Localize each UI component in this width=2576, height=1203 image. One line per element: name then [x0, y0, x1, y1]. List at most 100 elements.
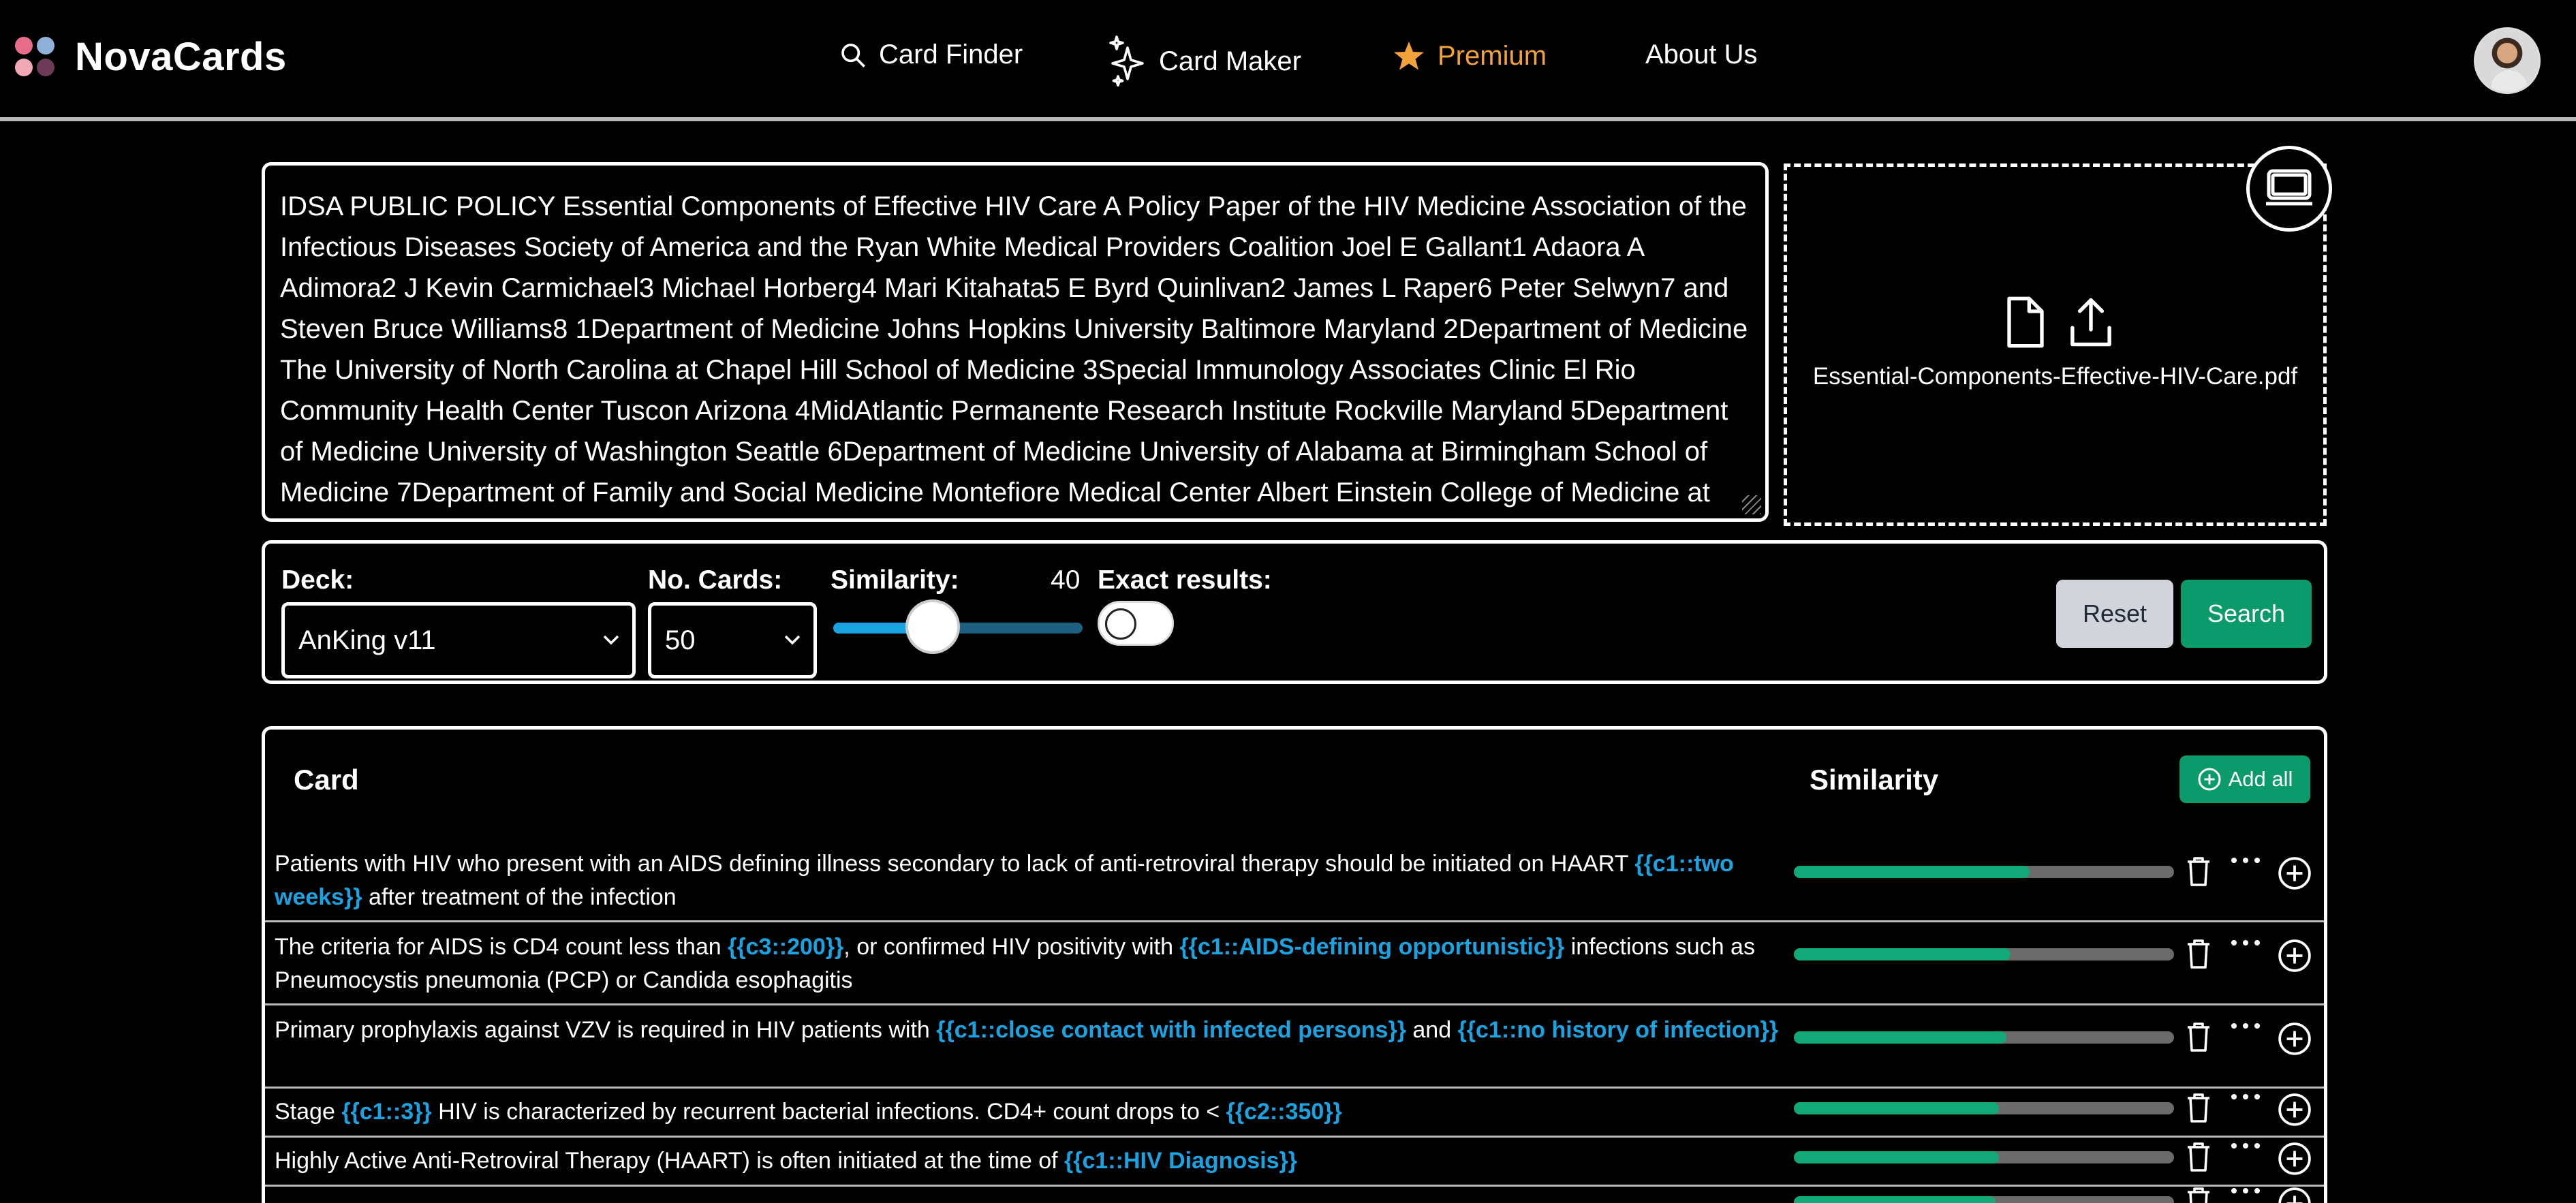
plus-circle-icon[interactable]	[2278, 1142, 2312, 1176]
more-icon[interactable]	[2229, 1142, 2263, 1155]
similarity-bar-fill	[1794, 1102, 2000, 1114]
plus-circle-icon[interactable]	[2278, 939, 2312, 973]
upload-icon	[2070, 298, 2111, 347]
card-text-segment: , or confirmed HIV positivity with	[843, 934, 1180, 960]
card-text-segment: Patients with HIV who present with an AI…	[275, 851, 1635, 877]
table-row[interactable]: Patients with HIV who present with an AI…	[265, 838, 2324, 922]
card-text-segment: Stage	[275, 1099, 342, 1125]
brand-name: NovaCards	[75, 35, 287, 79]
num-cards-select-value: 50	[665, 625, 696, 655]
nav-card-finder-label: Card Finder	[879, 40, 1023, 69]
card-text-segment: The criteria for AIDS is CD4 count less …	[275, 934, 728, 960]
drop-icons	[2004, 296, 2114, 348]
cloze-text: {{c1::HIV Diagnosis}}	[1064, 1148, 1298, 1174]
monitor-icon	[2266, 169, 2312, 206]
more-icon[interactable]	[2229, 1093, 2263, 1106]
source-text: IDSA PUBLIC POLICY Essential Components …	[280, 191, 1748, 507]
toggle-knob	[1105, 608, 1136, 640]
uploaded-file-name: Essential-Components-Effective-HIV-Care.…	[1812, 363, 2298, 390]
more-icon[interactable]	[2229, 1022, 2263, 1035]
card-text: Highly Active Anti-Retroviral Therapy (H…	[275, 1144, 1780, 1178]
deck-select-value: AnKing v11	[298, 625, 436, 655]
card-column-header: Card	[294, 764, 359, 796]
similarity-value: 40	[1051, 565, 1081, 595]
similarity-bar-fill	[1794, 1151, 2000, 1163]
nav-premium[interactable]: Premium	[1393, 40, 1547, 72]
similarity-label: Similarity:	[831, 565, 959, 595]
table-row[interactable]: Stage {{c1::3}} HIV is characterized by …	[265, 1089, 2324, 1138]
chevron-down-icon	[784, 635, 801, 645]
sparkles-icon	[1109, 35, 1144, 87]
more-icon[interactable]	[2229, 1187, 2263, 1200]
trash-icon[interactable]	[2186, 1142, 2211, 1172]
resize-handle[interactable]	[1742, 495, 1761, 514]
plus-circle-icon	[2198, 768, 2221, 791]
nav-about-us-label: About Us	[1645, 40, 1758, 69]
exact-results-label: Exact results:	[1098, 565, 1272, 595]
trash-icon[interactable]	[2186, 939, 2211, 969]
source-text-area[interactable]: IDSA PUBLIC POLICY Essential Components …	[262, 162, 1769, 522]
nav-card-finder[interactable]: Card Finder	[839, 40, 1023, 70]
exact-results-toggle[interactable]	[1098, 601, 1174, 646]
nav-card-maker-label: Card Maker	[1159, 46, 1301, 76]
similarity-bar	[1794, 1031, 2174, 1044]
reset-button[interactable]: Reset	[2056, 580, 2173, 648]
table-row[interactable]: The criteria for AIDS is CD4 count less …	[265, 922, 2324, 1005]
num-cards-select[interactable]: 50	[648, 602, 817, 678]
brand[interactable]: NovaCards	[15, 34, 287, 80]
logo-icon	[15, 36, 56, 78]
card-text-segment: and	[1406, 1017, 1458, 1043]
table-row[interactable]	[265, 1187, 2324, 1203]
plus-circle-icon[interactable]	[2278, 1187, 2312, 1203]
card-text: The criteria for AIDS is CD4 count less …	[275, 931, 1780, 997]
similarity-slider[interactable]	[833, 599, 1083, 654]
plus-circle-icon[interactable]	[2278, 1093, 2312, 1127]
cloze-text: {{c1::AIDS-defining opportunistic}}	[1179, 934, 1565, 960]
similarity-bar	[1794, 1196, 2174, 1203]
search-button[interactable]: Search	[2181, 580, 2312, 648]
table-row[interactable]: Primary prophylaxis against VZV is requi…	[265, 1005, 2324, 1089]
similarity-bar	[1794, 1102, 2174, 1114]
file-drop-zone[interactable]: Essential-Components-Effective-HIV-Care.…	[1784, 163, 2327, 526]
cloze-text: {{c3::200}}	[728, 934, 844, 960]
card-text: Primary prophylaxis against VZV is requi…	[275, 1014, 1780, 1047]
cloze-text: {{c2::350}}	[1226, 1099, 1342, 1125]
screen-capture-button[interactable]	[2246, 146, 2332, 232]
deck-select[interactable]: AnKing v11	[281, 602, 636, 678]
deck-label: Deck:	[281, 565, 354, 595]
cloze-text: {{c1::close contact with infected person…	[936, 1017, 1406, 1043]
star-icon	[1394, 42, 1424, 70]
similarity-column-header: Similarity	[1810, 764, 1939, 796]
more-icon[interactable]	[2229, 939, 2263, 952]
more-icon[interactable]	[2229, 856, 2263, 870]
nav-premium-label: Premium	[1438, 40, 1547, 71]
cloze-text: {{c1::3}}	[341, 1099, 432, 1125]
nav-about-us[interactable]: About Us	[1645, 40, 1758, 70]
similarity-slider-thumb[interactable]	[905, 599, 961, 654]
avatar[interactable]	[2474, 27, 2541, 94]
trash-icon[interactable]	[2186, 856, 2211, 886]
add-all-label: Add all	[2228, 767, 2293, 791]
chevron-down-icon	[603, 635, 619, 645]
card-text-segment: after treatment of the infection	[362, 884, 677, 910]
card-text: Patients with HIV who present with an AI…	[275, 847, 1780, 914]
similarity-bar	[1794, 1151, 2174, 1163]
similarity-bar	[1794, 866, 2174, 878]
plus-circle-icon[interactable]	[2278, 1022, 2312, 1056]
similarity-bar-fill	[1794, 1196, 1996, 1203]
top-navbar: NovaCards Card Finder Card Maker Premium…	[0, 0, 2576, 121]
add-all-button[interactable]: Add all	[2179, 755, 2310, 803]
trash-icon[interactable]	[2186, 1187, 2211, 1203]
nav-card-maker[interactable]: Card Maker	[1108, 34, 1301, 89]
file-icon	[2007, 296, 2044, 348]
trash-icon[interactable]	[2186, 1022, 2211, 1052]
similarity-bar	[1794, 948, 2174, 960]
num-cards-label: No. Cards:	[648, 565, 783, 595]
card-text: Stage {{c1::3}} HIV is characterized by …	[275, 1095, 1780, 1129]
card-text-segment: Highly Active Anti-Retroviral Therapy (H…	[275, 1148, 1065, 1174]
similarity-bar-fill	[1794, 948, 2011, 960]
plus-circle-icon[interactable]	[2278, 856, 2312, 890]
table-row[interactable]: Highly Active Anti-Retroviral Therapy (H…	[265, 1138, 2324, 1187]
trash-icon[interactable]	[2186, 1093, 2211, 1123]
card-text-segment: HIV is characterized by recurrent bacter…	[431, 1099, 1226, 1125]
